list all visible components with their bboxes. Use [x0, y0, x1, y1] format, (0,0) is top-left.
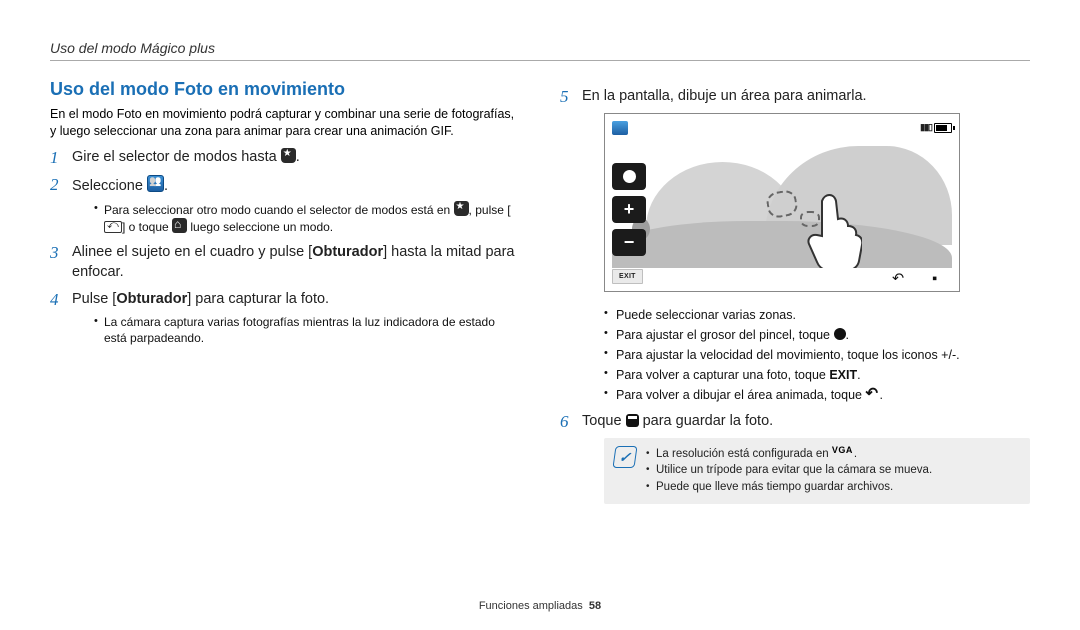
finger-pointer-icon — [792, 191, 862, 268]
shot-topbar: ▮▮▯ — [612, 121, 952, 135]
camera-screenshot: ▮▮▯ — [604, 113, 960, 292]
undo-icon — [865, 387, 879, 401]
steps-right: 5 En la pantalla, dibuje un área para an… — [560, 87, 1030, 504]
step-6: 6 Toque para guardar la foto. ✓ La resol… — [560, 412, 1030, 504]
step-2-sub-a: Para seleccionar otro modo cuando el sel… — [94, 201, 520, 235]
step-5-sublist: Puede seleccionar varias zonas. Para aju… — [582, 300, 1030, 405]
undo-icon: ↶ — [892, 270, 906, 284]
step-4-text: Pulse [Obturador] para capturar la foto. — [72, 291, 329, 307]
step-number: 2 — [50, 174, 59, 197]
left-column: Uso del modo Foto en movimiento En el mo… — [50, 79, 520, 510]
step-number: 6 — [560, 411, 569, 434]
note-list: La resolución está configurada en . Util… — [646, 446, 932, 497]
brush-size-icon — [612, 163, 646, 190]
step-2-sublist: Para seleccionar otro modo cuando el sel… — [72, 197, 520, 235]
info-icon: ✓ — [612, 446, 637, 468]
step-3: 3 Alinee el sujeto en el cuadro y pulse … — [50, 243, 520, 282]
preview-area — [612, 136, 952, 268]
footer: Funciones ampliadas 58 — [0, 600, 1080, 612]
bottom-right-icons: ↶ ▪ — [892, 270, 952, 284]
step-5-sub-d: Para volver a capturar una foto, toque E… — [604, 366, 1030, 384]
step-1: 1 Gire el selector de modos hasta . — [50, 148, 520, 168]
home-icon — [172, 218, 187, 233]
page: Uso del modo Mágico plus Uso del modo Fo… — [0, 0, 1080, 630]
s2a-mid: , pulse [ — [469, 203, 511, 217]
motion-photo-icon — [147, 175, 164, 192]
brush-dot-icon — [834, 328, 846, 340]
step-2-pre: Seleccione — [72, 178, 147, 194]
speed-plus-icon: + — [612, 196, 646, 223]
step-4-sublist: La cámara captura varias fotografías mie… — [72, 310, 520, 346]
note-c: Puede que lleve más tiempo guardar archi… — [646, 480, 932, 496]
step-number: 4 — [50, 289, 59, 312]
step-5: 5 En la pantalla, dibuje un área para an… — [560, 87, 1030, 404]
mode-dial-icon — [281, 148, 296, 163]
step-4-sub-a: La cámara captura varias fotografías mie… — [94, 314, 520, 346]
save-icon: ▪ — [932, 270, 946, 284]
s3-bold: Obturador — [312, 244, 383, 260]
step-5-text: En la pantalla, dibuje un área para anim… — [582, 88, 867, 104]
save-icon — [626, 414, 639, 427]
step-5-sub-b: Para ajustar el grosor del pincel, toque… — [604, 326, 1030, 344]
s5d-pre: Para volver a capturar una foto, toque — [616, 368, 829, 382]
footer-page: 58 — [589, 600, 601, 612]
step-1-pre: Gire el selector de modos hasta — [72, 149, 281, 165]
step-2: 2 Seleccione . Para seleccionar otro mod… — [50, 175, 520, 235]
note-box: ✓ La resolución está configurada en . Ut… — [604, 438, 1030, 505]
step-6-text: Toque para guardar la foto. — [582, 413, 773, 429]
note-b: Utilice un trípode para evitar que la cá… — [646, 463, 932, 479]
footer-label: Funciones ampliadas — [479, 600, 583, 612]
step-number: 5 — [560, 86, 569, 109]
steps-left: 1 Gire el selector de modos hasta . 2 Se… — [50, 148, 520, 347]
back-button-icon — [104, 221, 122, 233]
content-columns: Uso del modo Foto en movimiento En el mo… — [50, 79, 1030, 510]
signal-icon: ▮▮▯ — [920, 121, 932, 133]
step-2-text: Seleccione . — [72, 178, 168, 194]
s2a-mid2: ] o toque — [122, 220, 172, 234]
s4-bold: Obturador — [116, 291, 187, 307]
intro-text: En el modo Foto en movimiento podrá capt… — [50, 106, 520, 140]
shot-bottombar: EXIT ↶ ▪ — [612, 269, 952, 285]
s4-pre: Pulse [ — [72, 291, 116, 307]
s6-post: para guardar la foto. — [639, 413, 774, 429]
vga-icon — [832, 447, 854, 457]
s2a-pre: Para seleccionar otro modo cuando el sel… — [104, 203, 454, 217]
note-a-pre: La resolución está configurada en — [656, 448, 832, 460]
header-rule — [50, 60, 1030, 61]
step-3-text: Alinee el sujeto en el cuadro y pulse [O… — [72, 244, 515, 280]
header-breadcrumb: Uso del modo Mágico plus — [50, 40, 1030, 56]
right-column: 5 En la pantalla, dibuje un área para an… — [560, 79, 1030, 510]
brush-controls: + − — [612, 163, 646, 256]
s5d-bold: EXIT — [829, 368, 857, 382]
s5e-pre: Para volver a dibujar el área animada, t… — [616, 388, 865, 402]
battery-icon — [934, 123, 952, 133]
step-number: 1 — [50, 147, 59, 170]
camera-screen: ▮▮▯ — [608, 118, 956, 288]
mode-dial-icon — [454, 201, 469, 216]
s2a-post: luego seleccione un modo. — [187, 220, 333, 234]
step-5-sub-c: Para ajustar la velocidad del movimiento… — [604, 346, 1030, 364]
step-4: 4 Pulse [Obturador] para capturar la fot… — [50, 290, 520, 346]
step-1-text: Gire el selector de modos hasta . — [72, 149, 300, 165]
s5b-pre: Para ajustar el grosor del pincel, toque — [616, 328, 834, 342]
step-5-sub-a: Puede seleccionar varias zonas. — [604, 306, 1030, 324]
note-a: La resolución está configurada en . — [646, 447, 932, 463]
s4-post: ] para capturar la foto. — [187, 291, 329, 307]
step-number: 3 — [50, 242, 59, 265]
speed-minus-icon: − — [612, 229, 646, 256]
mode-badge-icon — [612, 121, 628, 135]
section-title: Uso del modo Foto en movimiento — [50, 79, 520, 100]
status-right: ▮▮▯ — [920, 121, 952, 135]
s6-pre: Toque — [582, 413, 626, 429]
step-5-sub-e: Para volver a dibujar el área animada, t… — [604, 386, 1030, 404]
s3-pre: Alinee el sujeto en el cuadro y pulse [ — [72, 244, 312, 260]
exit-button: EXIT — [612, 269, 643, 284]
